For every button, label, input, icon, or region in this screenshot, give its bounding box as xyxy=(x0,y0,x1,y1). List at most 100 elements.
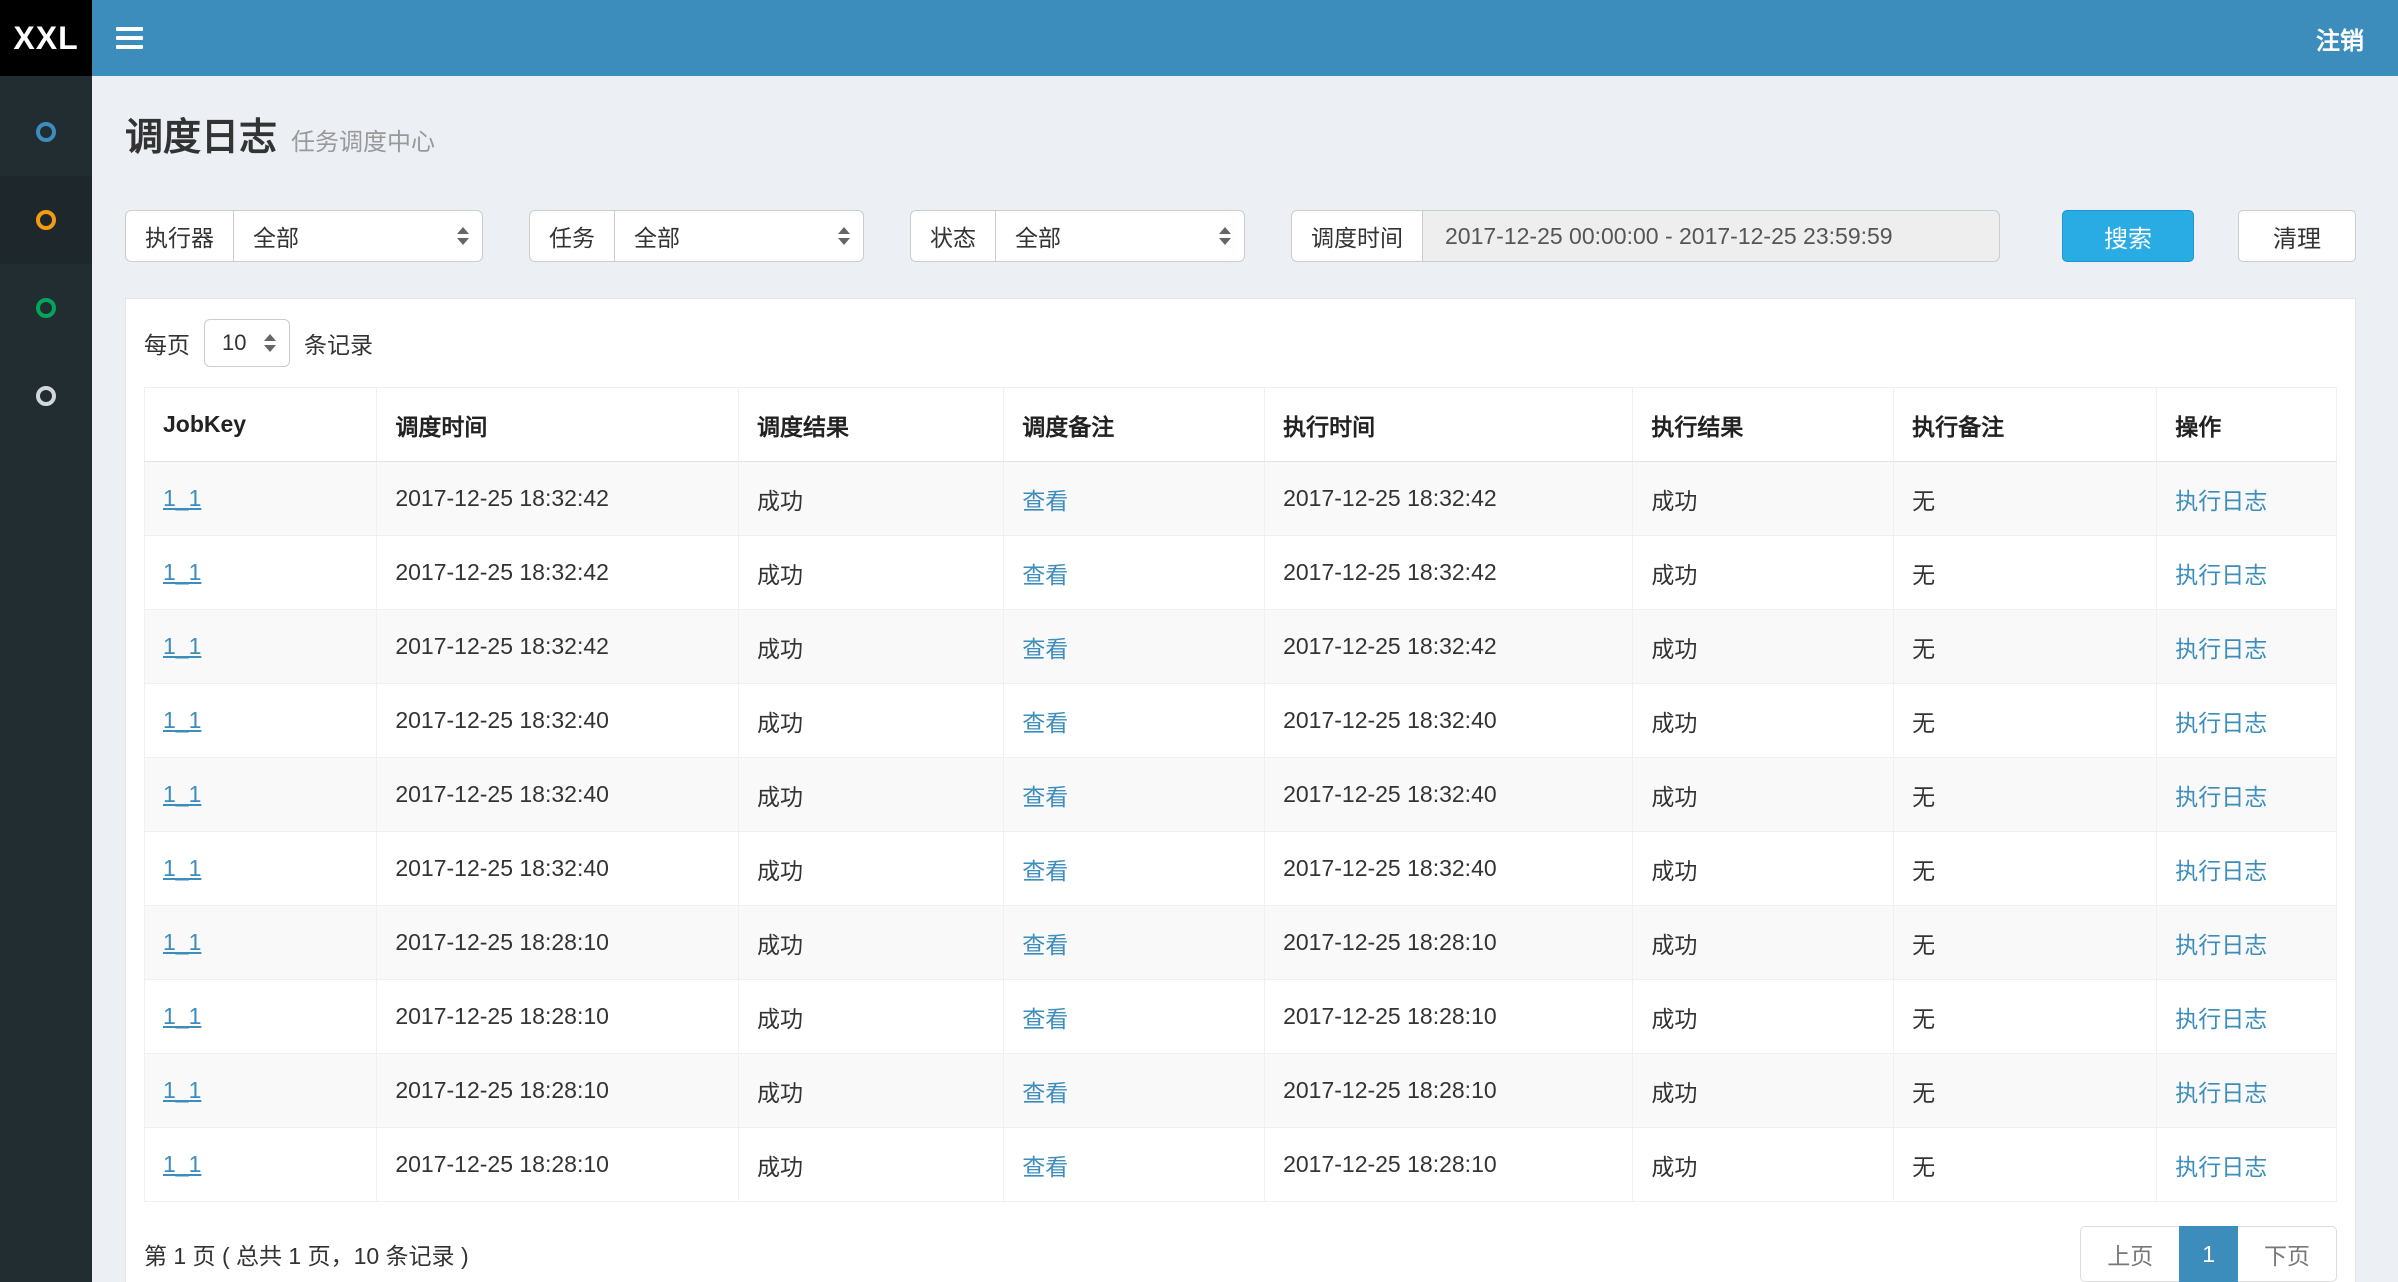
exec-log-link[interactable]: 执行日志 xyxy=(2175,784,2267,810)
jobkey-link[interactable]: 1_1 xyxy=(163,707,201,733)
column-header: JobKey xyxy=(145,388,377,462)
exec-log-link[interactable]: 执行日志 xyxy=(2175,710,2267,736)
trigger-msg-link[interactable]: 查看 xyxy=(1022,488,1068,514)
trigger-msg-link[interactable]: 查看 xyxy=(1022,562,1068,588)
executor-select[interactable]: 全部 xyxy=(233,210,483,262)
handle-result: 成功 xyxy=(1633,1128,1894,1202)
handle-msg: 无 xyxy=(1894,1128,2157,1202)
exec-log-link[interactable]: 执行日志 xyxy=(2175,1006,2267,1032)
handle-result: 成功 xyxy=(1633,1054,1894,1128)
page-size-select[interactable]: 10 xyxy=(204,319,290,367)
page-size-suffix: 条记录 xyxy=(304,326,373,360)
exec-log-link[interactable]: 执行日志 xyxy=(2175,1154,2267,1180)
circle-icon xyxy=(36,210,56,230)
log-table: JobKey调度时间调度结果调度备注执行时间执行结果执行备注操作 1_12017… xyxy=(144,387,2337,1202)
log-table-body: 1_12017-12-25 18:32:42成功查看2017-12-25 18:… xyxy=(145,462,2337,1202)
jobkey-link[interactable]: 1_1 xyxy=(163,559,201,585)
jobkey-link[interactable]: 1_1 xyxy=(163,929,201,955)
trigger-result: 成功 xyxy=(739,610,1004,684)
handle-result: 成功 xyxy=(1633,684,1894,758)
time-filter-group: 调度时间 2017-12-25 00:00:00 - 2017-12-25 23… xyxy=(1291,210,2000,262)
jobkey-link[interactable]: 1_1 xyxy=(163,855,201,881)
trigger-msg-link[interactable]: 查看 xyxy=(1022,1006,1068,1032)
jobkey-link[interactable]: 1_1 xyxy=(163,1077,201,1103)
circle-icon xyxy=(36,122,56,142)
table-row: 1_12017-12-25 18:28:10成功查看2017-12-25 18:… xyxy=(145,1054,2337,1128)
logout-link[interactable]: 注销 xyxy=(2316,21,2364,56)
nav-item-4[interactable] xyxy=(0,352,92,440)
nav-item-2[interactable] xyxy=(0,176,92,264)
page-size-prefix: 每页 xyxy=(144,326,190,360)
trigger-msg-link[interactable]: 查看 xyxy=(1022,784,1068,810)
jobkey-link[interactable]: 1_1 xyxy=(163,1151,201,1177)
jobkey-link[interactable]: 1_1 xyxy=(163,1003,201,1029)
trigger-result: 成功 xyxy=(739,1054,1004,1128)
handle-result: 成功 xyxy=(1633,462,1894,536)
next-page-button[interactable]: 下页 xyxy=(2237,1226,2337,1282)
handle-result: 成功 xyxy=(1633,610,1894,684)
exec-log-link[interactable]: 执行日志 xyxy=(2175,858,2267,884)
job-select-value: 全部 xyxy=(634,219,680,253)
exec-log-link[interactable]: 执行日志 xyxy=(2175,562,2267,588)
trigger-msg-link[interactable]: 查看 xyxy=(1022,932,1068,958)
trigger-msg-link[interactable]: 查看 xyxy=(1022,858,1068,884)
page-header: 调度日志任务调度中心 xyxy=(92,76,2398,170)
trigger-result: 成功 xyxy=(739,536,1004,610)
status-filter-group: 状态 全部 xyxy=(910,210,1245,262)
page-1-button[interactable]: 1 xyxy=(2179,1226,2238,1282)
main-content: 调度日志任务调度中心 执行器 全部 任务 全部 状态 xyxy=(92,76,2398,1282)
handle-msg: 无 xyxy=(1894,610,2157,684)
table-row: 1_12017-12-25 18:28:10成功查看2017-12-25 18:… xyxy=(145,980,2337,1054)
jobkey-link[interactable]: 1_1 xyxy=(163,485,201,511)
top-navbar: XXL 注销 xyxy=(0,0,2398,76)
exec-log-link[interactable]: 执行日志 xyxy=(2175,636,2267,662)
trigger-result: 成功 xyxy=(739,906,1004,980)
column-header: 调度时间 xyxy=(377,388,739,462)
table-header-row: JobKey调度时间调度结果调度备注执行时间执行结果执行备注操作 xyxy=(145,388,2337,462)
hamburger-icon xyxy=(116,22,143,54)
exec-log-link[interactable]: 执行日志 xyxy=(2175,1080,2267,1106)
executor-select-value: 全部 xyxy=(253,219,299,253)
trigger-time-range-value: 2017-12-25 00:00:00 - 2017-12-25 23:59:5… xyxy=(1445,223,1893,250)
page-size-bar: 每页 10 条记录 xyxy=(144,317,2337,369)
pagination-info: 第 1 页 ( 总共 1 页，10 条记录 ) xyxy=(144,1237,469,1271)
column-header: 操作 xyxy=(2157,388,2337,462)
search-button[interactable]: 搜索 xyxy=(2062,210,2194,262)
column-header: 执行备注 xyxy=(1894,388,2157,462)
job-label: 任务 xyxy=(529,210,614,262)
clear-button[interactable]: 清理 xyxy=(2238,210,2356,262)
table-row: 1_12017-12-25 18:32:42成功查看2017-12-25 18:… xyxy=(145,610,2337,684)
trigger-msg-link[interactable]: 查看 xyxy=(1022,710,1068,736)
prev-page-button[interactable]: 上页 xyxy=(2080,1226,2180,1282)
handle-msg: 无 xyxy=(1894,536,2157,610)
trigger-msg-link[interactable]: 查看 xyxy=(1022,636,1068,662)
column-header: 执行结果 xyxy=(1633,388,1894,462)
exec-log-link[interactable]: 执行日志 xyxy=(2175,488,2267,514)
column-header: 执行时间 xyxy=(1265,388,1633,462)
sidebar-toggle-button[interactable] xyxy=(92,0,166,76)
trigger-msg-link[interactable]: 查看 xyxy=(1022,1154,1068,1180)
trigger-time-range-input[interactable]: 2017-12-25 00:00:00 - 2017-12-25 23:59:5… xyxy=(1422,210,2000,262)
trigger-result: 成功 xyxy=(739,684,1004,758)
pagination: 上页 1 下页 xyxy=(2080,1226,2337,1282)
jobkey-link[interactable]: 1_1 xyxy=(163,781,201,807)
table-footer: 第 1 页 ( 总共 1 页，10 条记录 ) 上页 1 下页 xyxy=(144,1202,2337,1282)
nav-item-3[interactable] xyxy=(0,264,92,352)
nav-item-1[interactable] xyxy=(0,88,92,176)
handle-msg: 无 xyxy=(1894,758,2157,832)
filter-bar: 执行器 全部 任务 全部 状态 全部 xyxy=(125,210,2356,262)
exec-log-link[interactable]: 执行日志 xyxy=(2175,932,2267,958)
handle-result: 成功 xyxy=(1633,832,1894,906)
trigger-msg-link[interactable]: 查看 xyxy=(1022,1080,1068,1106)
table-row: 1_12017-12-25 18:28:10成功查看2017-12-25 18:… xyxy=(145,1128,2337,1202)
status-select[interactable]: 全部 xyxy=(995,210,1245,262)
sidebar-nav xyxy=(0,76,92,1282)
table-row: 1_12017-12-25 18:32:40成功查看2017-12-25 18:… xyxy=(145,684,2337,758)
job-select[interactable]: 全部 xyxy=(614,210,864,262)
trigger-result: 成功 xyxy=(739,462,1004,536)
table-row: 1_12017-12-25 18:32:40成功查看2017-12-25 18:… xyxy=(145,758,2337,832)
trigger-result: 成功 xyxy=(739,1128,1004,1202)
jobkey-link[interactable]: 1_1 xyxy=(163,633,201,659)
handle-msg: 无 xyxy=(1894,1054,2157,1128)
handle-msg: 无 xyxy=(1894,980,2157,1054)
